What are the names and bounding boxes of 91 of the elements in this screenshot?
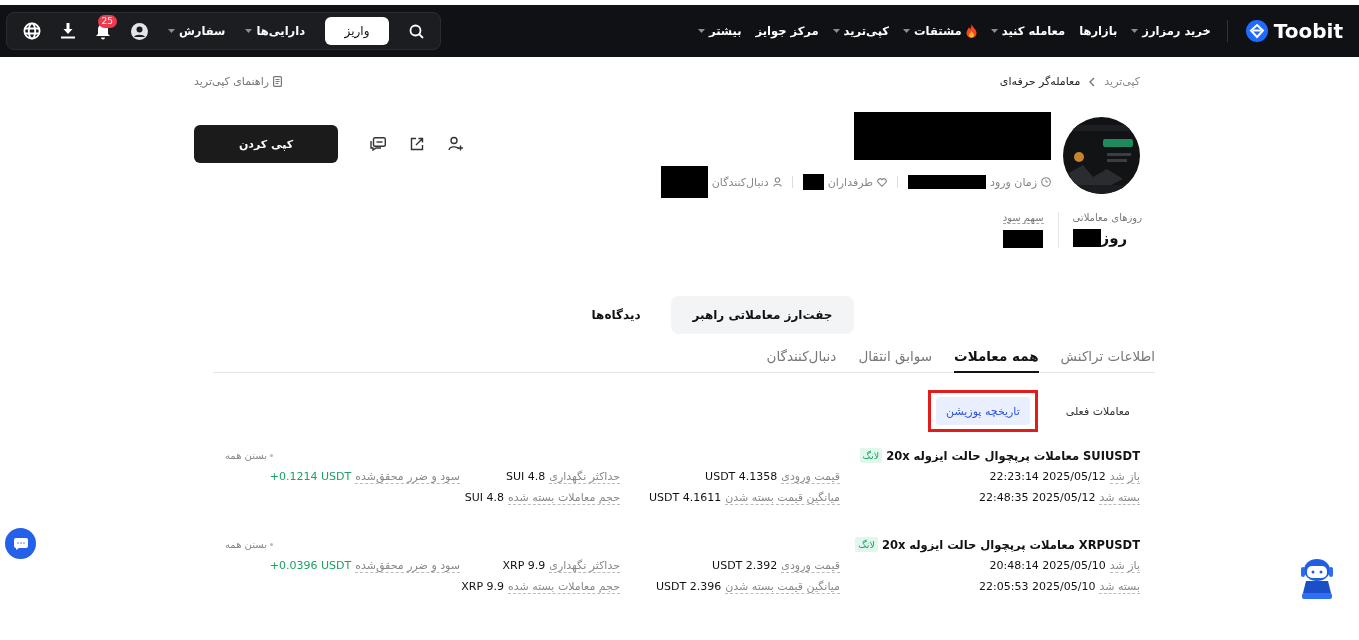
- field-label: قیمت ورودی: [781, 470, 840, 484]
- tab[interactable]: همه معاملات: [954, 348, 1039, 373]
- field-label: قیمت ورودی: [781, 559, 840, 573]
- nav-menu-item[interactable]: معامله کنید: [990, 24, 1066, 38]
- fire-icon: [965, 24, 977, 38]
- tab[interactable]: اطلاعات تراکنش: [1060, 348, 1155, 373]
- close-all-link[interactable]: بستن همه: [225, 537, 273, 552]
- nav-menu-item[interactable]: مرکز جوایز: [755, 24, 819, 38]
- chat-icon[interactable]: [370, 137, 386, 151]
- chevron-icon: [1089, 76, 1096, 87]
- breadcrumb-link[interactable]: معامله‌گر حرفه‌ای: [999, 75, 1081, 88]
- caret-icon: [990, 29, 998, 33]
- field-label: بسته شد: [1099, 580, 1140, 594]
- logo-icon[interactable]: [1245, 20, 1268, 42]
- redaction-block: [1002, 230, 1043, 248]
- logo-text[interactable]: Toobit: [1273, 19, 1343, 43]
- copy-button[interactable]: کپی کردن: [194, 125, 338, 163]
- field-label: حجم معاملات بسته شده: [508, 491, 620, 505]
- search-icon[interactable]: [409, 23, 425, 39]
- caret-icon: [903, 29, 911, 33]
- heart-icon: [877, 177, 888, 187]
- profit-value: +0.1214 USDT: [269, 470, 352, 483]
- meta-label: دنبال‌کنندگان: [711, 175, 769, 189]
- profit-value: +0.0396 USDT: [269, 559, 352, 572]
- filter-button[interactable]: معاملات فعلی: [1055, 397, 1140, 425]
- filter-button[interactable]: تاریخچه پوزیشن: [936, 397, 1030, 425]
- field-value: USDT 4.1358: [705, 470, 778, 483]
- field-value: 22:48:35 2025/05/12: [979, 491, 1096, 504]
- field-value: XRP 9.9: [502, 559, 546, 572]
- person-icon: [772, 177, 782, 187]
- field-value: SUI 4.8: [464, 491, 505, 504]
- caret-icon: [832, 29, 840, 33]
- avatar-icon[interactable]: [131, 22, 148, 40]
- nav-menu-item[interactable]: بیشتر: [698, 24, 742, 38]
- nav-menu-item[interactable]: دارایی‌ها: [245, 24, 306, 38]
- field-label: سود و ضرر محقق‌شده: [355, 470, 460, 484]
- notification-badge: 25: [97, 14, 117, 28]
- tab[interactable]: دنبال‌کنندگان: [766, 348, 837, 373]
- field-value: 22:23:14 2025/05/12: [989, 470, 1106, 483]
- field-value: SUI 4.8: [506, 470, 546, 483]
- redaction-block: [1072, 229, 1101, 247]
- nav-menu-item[interactable]: خرید رمزارز: [1131, 24, 1211, 38]
- field-label: باز شد: [1109, 470, 1140, 484]
- side-tag: لانگ: [859, 448, 883, 463]
- side-tag: لانگ: [855, 537, 878, 552]
- download-icon[interactable]: [61, 23, 75, 39]
- redaction-block: [660, 166, 708, 198]
- trade-title: SUIUSDT معاملات پرپچوال حالت ایزوله 20x: [886, 448, 1140, 463]
- globe-icon[interactable]: [23, 22, 41, 40]
- add-person-icon[interactable]: [448, 136, 464, 152]
- clock-icon: [1041, 177, 1051, 187]
- nav-menu-item[interactable]: بازارها: [1079, 24, 1118, 38]
- document-icon: [273, 76, 282, 87]
- stat-value: روز: [1100, 229, 1128, 247]
- view-tab[interactable]: جفت‌ارز معاملاتی راهبر: [670, 296, 855, 334]
- field-value: USDT 2.396: [656, 580, 722, 593]
- close-all-link[interactable]: بستن همه: [225, 448, 273, 463]
- field-label: حداکثر نگهداری: [549, 559, 620, 573]
- caret-icon: [168, 29, 175, 33]
- field-label: میانگین قیمت بسته شدن: [725, 580, 840, 594]
- meta-label: طرفداران: [827, 175, 874, 189]
- nav-menu-item[interactable]: مشتقات: [903, 24, 977, 38]
- deposit-button[interactable]: واریز: [325, 17, 390, 45]
- field-value: USDT 2.392: [712, 559, 778, 572]
- caret-icon: [245, 29, 253, 33]
- field-value: 22:05:53 2025/05/10: [979, 580, 1096, 593]
- field-value: XRP 9.9: [461, 580, 505, 593]
- tab[interactable]: سوابق انتقال: [858, 348, 933, 373]
- field-label: بسته شد: [1099, 491, 1140, 505]
- view-tab[interactable]: دیدگاه‌ها: [569, 296, 663, 334]
- field-label: میانگین قیمت بسته شدن: [725, 491, 840, 505]
- guide-link[interactable]: راهنمای کپی‌ترید: [194, 75, 282, 88]
- meta-label: زمان ورود: [990, 175, 1037, 189]
- field-value: USDT 4.1611: [649, 491, 722, 504]
- chat-bubble-icon: [13, 537, 28, 550]
- stat-label: روزهای معاملاتی: [1072, 212, 1142, 223]
- redaction-block: [802, 174, 824, 190]
- field-label: باز شد: [1109, 559, 1140, 573]
- breadcrumb-link[interactable]: کپی‌ترید: [1104, 75, 1140, 88]
- caret-icon: [698, 29, 705, 33]
- share-icon[interactable]: [410, 137, 424, 151]
- caret-icon: [1131, 29, 1139, 33]
- field-label: حداکثر نگهداری: [549, 470, 620, 484]
- field-label: حجم معاملات بسته شده: [508, 580, 620, 594]
- nav-menu-item[interactable]: کپی‌ترید: [832, 24, 890, 38]
- nav-menu-item[interactable]: سفارش: [168, 24, 226, 38]
- trade-title: XRPUSDT معاملات پرپچوال حالت ایزوله 20x: [881, 537, 1140, 552]
- stat-label: سهم سود: [1002, 212, 1044, 224]
- field-label: سود و ضرر محقق‌شده: [355, 559, 460, 573]
- field-value: 20:48:14 2025/05/10: [989, 559, 1106, 572]
- support-chat-button[interactable]: [5, 528, 36, 559]
